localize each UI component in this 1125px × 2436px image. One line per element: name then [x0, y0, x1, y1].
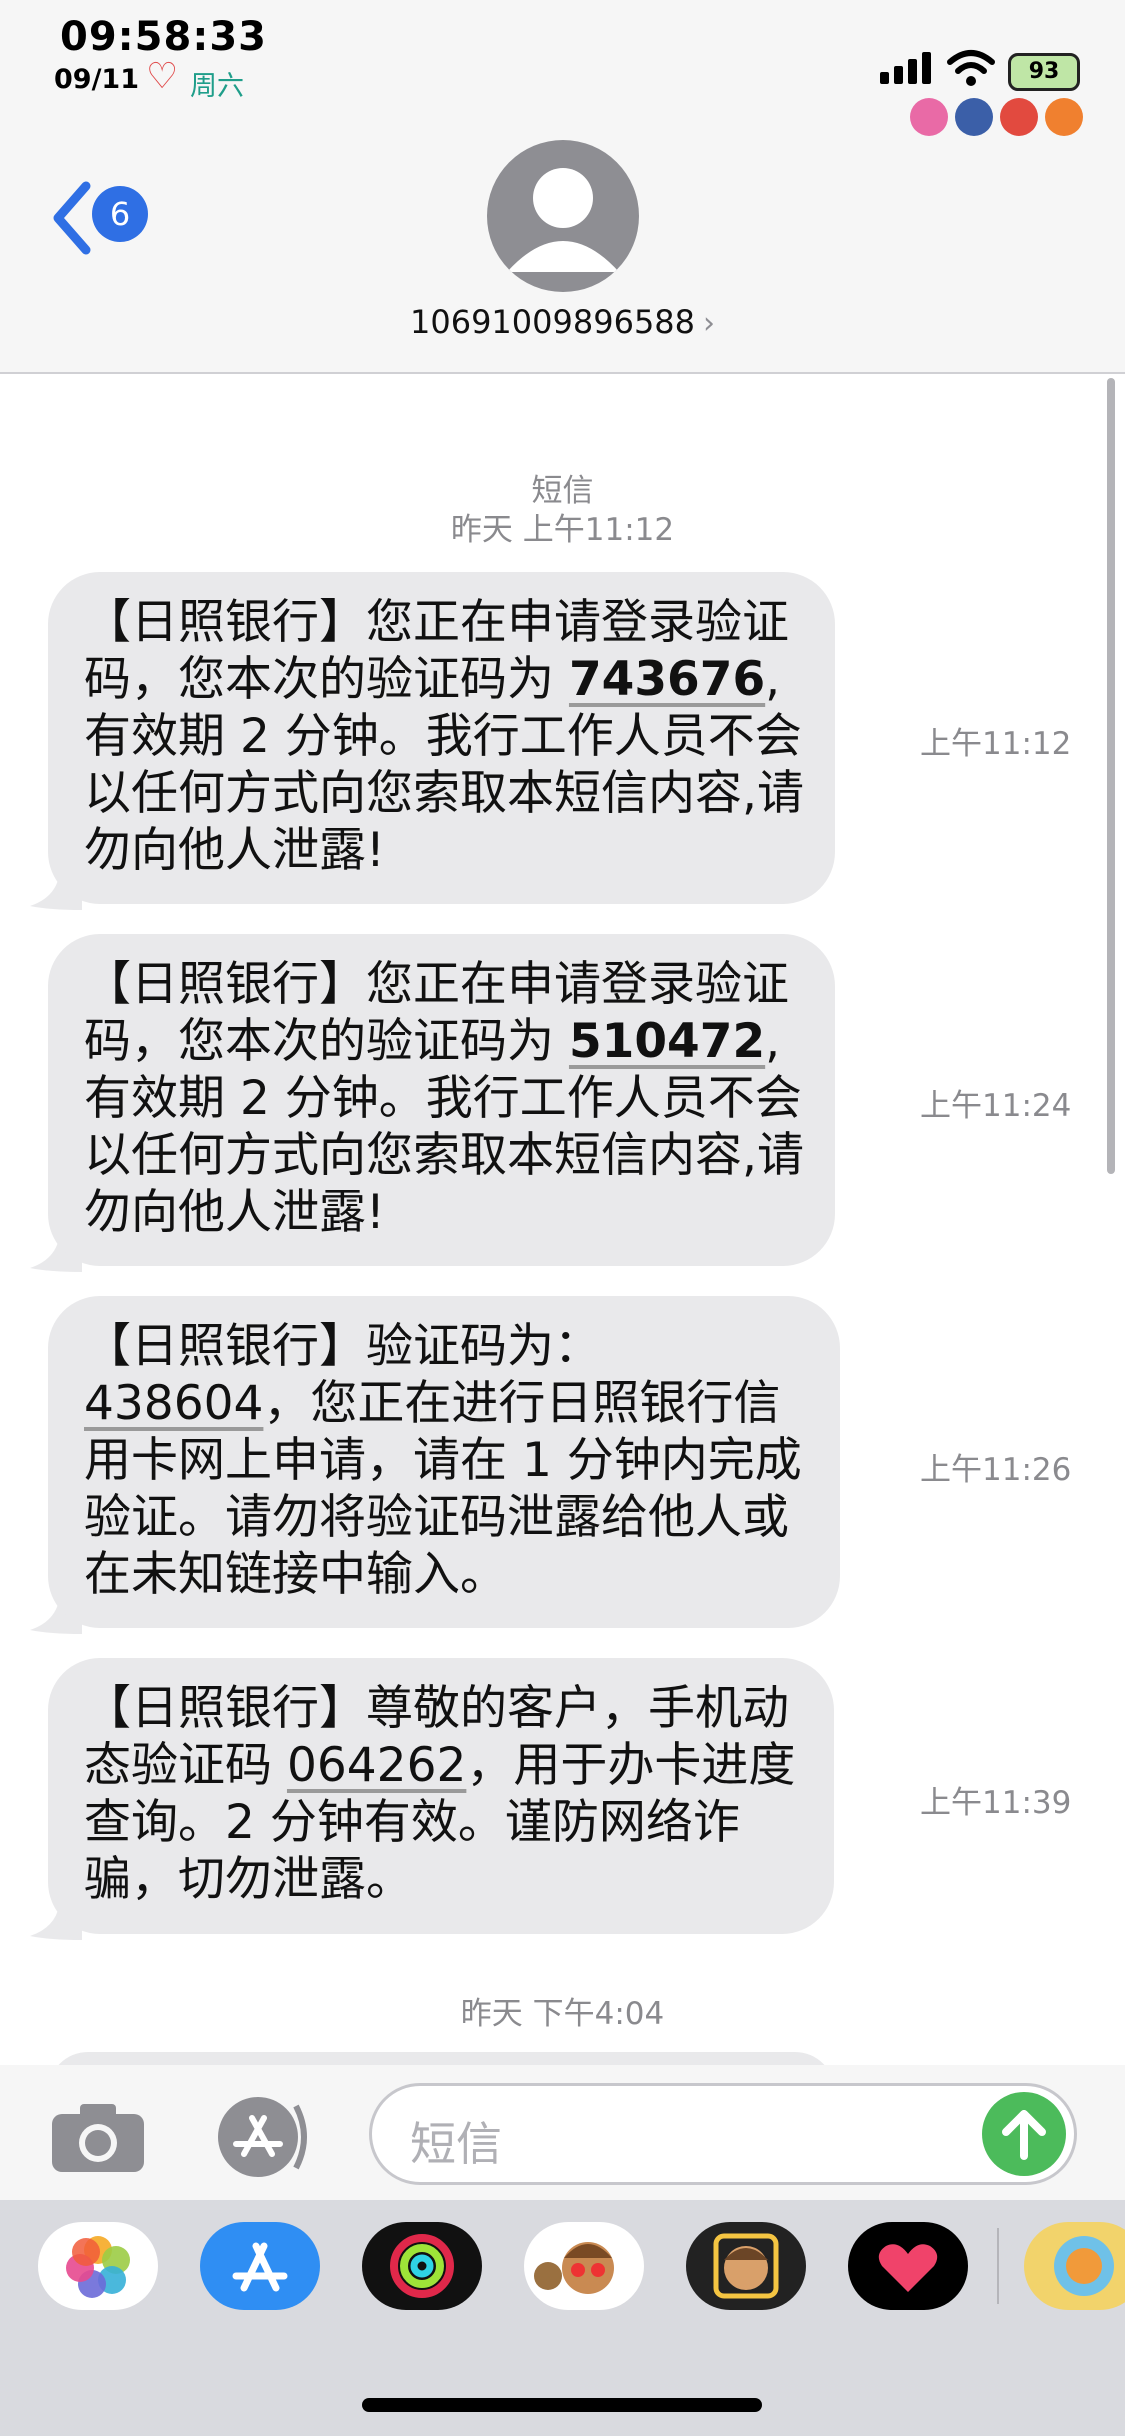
message-text: 【日照银行】验证码为： — [84, 1319, 601, 1374]
conversation-header: 09:58:33 09/11 ♡ 周六 93 6 10691009896588 › — [0, 0, 1125, 374]
message-input[interactable]: 短信 — [369, 2083, 1077, 2185]
memoji-stickers-icon[interactable] — [524, 2222, 644, 2310]
verification-code[interactable]: 743676 — [569, 652, 765, 707]
contact-avatar[interactable] — [487, 140, 639, 292]
arrow-up-icon — [1002, 2110, 1046, 2160]
photos-app-icon[interactable] — [38, 2222, 158, 2310]
status-date: 09/11 — [54, 64, 140, 95]
send-button[interactable] — [982, 2092, 1066, 2176]
message-bubble[interactable]: 【日照银行】尊敬的客户，手机动态验证码 064262，用于办卡进度查询。2 分钟… — [48, 1658, 834, 1934]
silent-icon — [1000, 98, 1038, 136]
lock-rotation-icon — [910, 98, 948, 136]
message-time: 上午11:39 — [920, 1785, 1072, 1821]
heart-icon: ♡ — [146, 56, 179, 97]
contact-number[interactable]: 10691009896588 — [410, 303, 695, 341]
app-store-app-icon[interactable] — [200, 2222, 320, 2310]
digital-touch-icon[interactable] — [848, 2222, 968, 2310]
memoji-icon[interactable] — [686, 2222, 806, 2310]
message-time: 上午11:24 — [920, 1088, 1072, 1124]
wifi-icon — [947, 50, 995, 86]
date-separator: 昨天 上午11:12 — [450, 512, 675, 548]
game-app-icon[interactable] — [1024, 2222, 1125, 2310]
date-separator: 昨天 下午4:04 — [460, 1996, 665, 2032]
status-extra-icons — [910, 98, 1086, 138]
chevron-right-icon: › — [703, 306, 716, 341]
message-input-placeholder: 短信 — [410, 2117, 502, 2171]
battery-icon: 93 — [1008, 53, 1080, 91]
unread-count-badge[interactable]: 6 — [92, 186, 148, 242]
message-bubble[interactable]: 【日照银行】您正在申请登录验证码，您本次的验证码为 510472,有效期 2 分… — [48, 934, 835, 1266]
status-weekday: 周六 — [190, 71, 244, 102]
verification-code[interactable]: 438604 — [84, 1376, 263, 1431]
message-time: 上午11:12 — [920, 726, 1072, 762]
message-bubble[interactable]: 【日照银行】您正在申请登录验证码，您本次的验证码为 743676,有效期 2 分… — [48, 572, 835, 904]
message-bubble[interactable]: 【日照银行】验证码为：438604，您正在进行日照银行信用卡网上申请，请在 1 … — [48, 1296, 840, 1628]
alarm-icon — [955, 98, 993, 136]
message-time: 上午11:26 — [920, 1452, 1072, 1488]
drawer-divider — [997, 2228, 999, 2304]
person-icon — [507, 168, 619, 272]
bluetooth-icon — [1045, 98, 1083, 136]
camera-icon[interactable] — [50, 2102, 146, 2174]
app-store-icon[interactable] — [208, 2094, 318, 2180]
signal-icon — [880, 50, 936, 84]
contact-name[interactable]: 10691009896588 › — [0, 303, 1125, 341]
verification-code[interactable]: 064262 — [287, 1738, 466, 1793]
home-indicator[interactable] — [362, 2398, 762, 2412]
verification-code[interactable]: 510472 — [569, 1014, 765, 1069]
activity-app-icon[interactable] — [362, 2222, 482, 2310]
status-time: 09:58:33 — [60, 14, 267, 60]
